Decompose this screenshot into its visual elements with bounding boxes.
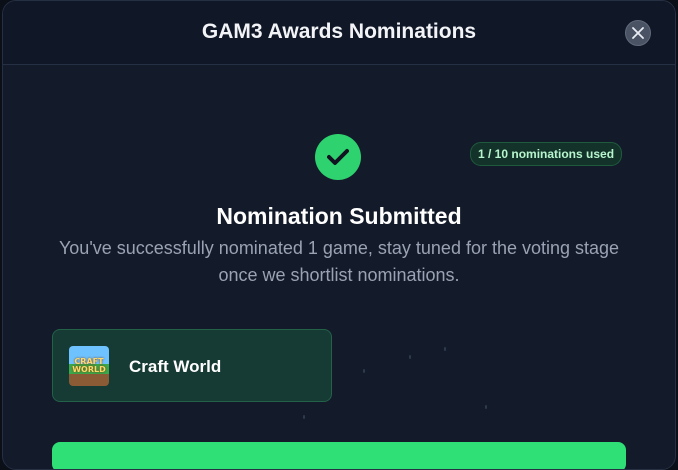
status-message: You've successfully nominated 1 game, st… [58, 238, 620, 285]
nominations-modal: GAM3 Awards Nominations 1 / 10 nominatio… [2, 0, 676, 470]
primary-action-button[interactable] [52, 442, 626, 469]
game-name: Craft World [129, 357, 222, 376]
modal-title: GAM3 Awards Nominations [201, 20, 477, 43]
close-icon [632, 27, 644, 39]
modal-header: GAM3 Awards Nominations [3, 1, 675, 65]
game-thumbnail: CRAFT WORLD [69, 346, 109, 386]
check-icon [327, 149, 349, 165]
game-thumbnail-logo: CRAFT WORLD [72, 357, 106, 374]
status-headline: Nomination Submitted [216, 203, 462, 229]
success-indicator [315, 134, 361, 180]
nominations-used-badge: 1 / 10 nominations used [470, 142, 623, 166]
close-button[interactable] [625, 20, 651, 46]
nominated-game-card[interactable]: CRAFT WORLD Craft World [52, 329, 332, 402]
